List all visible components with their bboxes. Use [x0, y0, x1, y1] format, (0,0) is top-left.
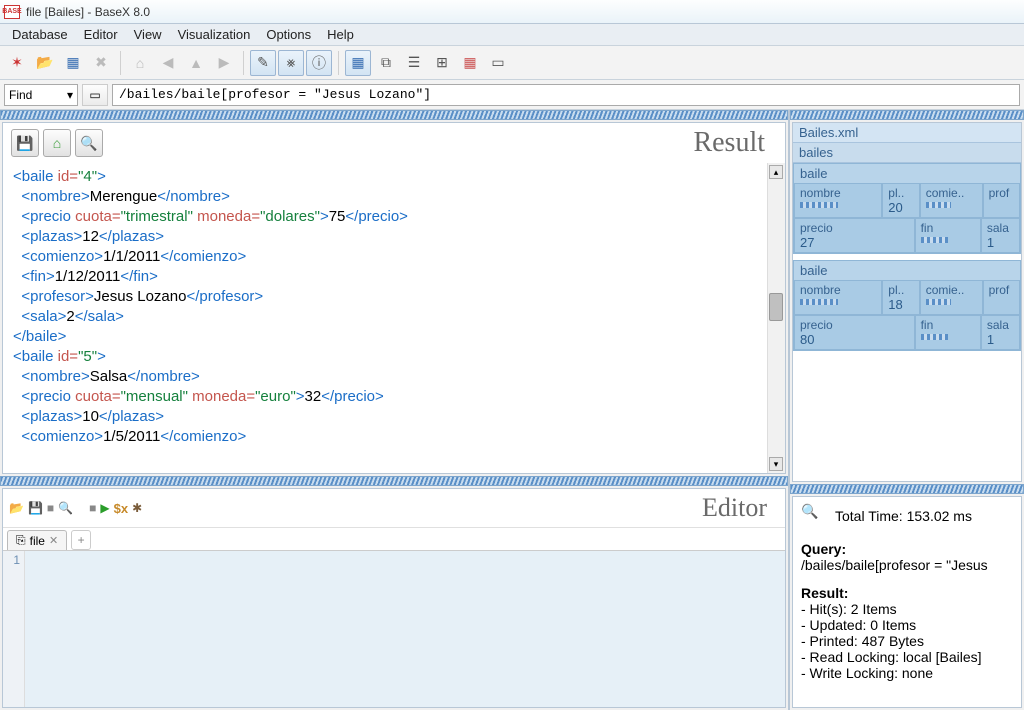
map-view-icon[interactable]: ⊞ [429, 50, 455, 76]
xquery-icon[interactable]: ⨳ [278, 50, 304, 76]
explorer-icon[interactable]: ▭ [485, 50, 511, 76]
save-editor-button[interactable]: 💾 [28, 501, 43, 515]
scroll-down-icon[interactable]: ▾ [769, 457, 783, 471]
var-button[interactable]: $x [114, 501, 128, 516]
editor-tab-label: file [30, 534, 45, 548]
tree-view-icon[interactable]: ⧉ [373, 50, 399, 76]
query-text: /bailes/baile[profesor = "Jesus [801, 557, 1013, 573]
search-result-button[interactable]: 🔍 [75, 129, 103, 157]
result-content[interactable]: <baile id="4"> <nombre>Merengue</nombre>… [3, 163, 785, 473]
query-section-label: Query: [801, 541, 1013, 557]
window-title: file [Bailes] - BaseX 8.0 [26, 5, 150, 19]
info-search-button[interactable]: 🔍 [801, 503, 827, 529]
treemap-baile[interactable]: bailenombrepl..18comie..profprecio80fins… [793, 260, 1021, 351]
grid-icon[interactable]: ▦ [60, 50, 86, 76]
info-icon[interactable]: ⓘ [306, 50, 332, 76]
scroll-thumb[interactable] [769, 293, 783, 321]
menu-database[interactable]: Database [4, 24, 76, 45]
result-section-label: Result: [801, 585, 1013, 601]
result-panel: 💾 ⌂ 🔍 Result <baile id="4"> <nombre>Mere… [2, 122, 786, 474]
titlebar: BASE file [Bailes] - BaseX 8.0 [0, 0, 1024, 24]
info-printed: - Printed: 487 Bytes [801, 633, 1013, 649]
file-icon: ⎘ [16, 533, 26, 548]
close-icon[interactable]: ✖ [88, 50, 114, 76]
editor-panel: 📂 💾 ■ 🔍 ■ ▶ $x ✱ Editor ⎘ file ✕ + [2, 488, 786, 708]
menu-view[interactable]: View [126, 24, 170, 45]
info-writelock: - Write Locking: none [801, 665, 1013, 681]
run-button[interactable]: ▶ [100, 501, 109, 515]
info-panel: 🔍 Total Time: 153.02 ms Query: /bailes/b… [792, 496, 1022, 708]
home-icon[interactable]: ⌂ [127, 50, 153, 76]
up-icon[interactable]: ▲ [183, 50, 209, 76]
new-db-icon[interactable]: ✶ [4, 50, 30, 76]
back-icon[interactable]: ◀ [155, 50, 181, 76]
divider[interactable] [0, 476, 788, 486]
open-icon[interactable]: 📂 [32, 50, 58, 76]
menu-editor[interactable]: Editor [76, 24, 126, 45]
info-readlock: - Read Locking: local [Bailes] [801, 649, 1013, 665]
grid2-icon[interactable]: ▦ [457, 50, 483, 76]
scroll-up-icon[interactable]: ▴ [769, 165, 783, 179]
menu-visualization[interactable]: Visualization [170, 24, 259, 45]
search-editor-button[interactable]: 🔍 [58, 501, 73, 515]
treemap-file[interactable]: Bailes.xml [793, 123, 1021, 143]
find-button[interactable]: ▭ [82, 84, 108, 106]
stop2-button[interactable]: ■ [89, 501, 96, 515]
editor-title: Editor [702, 493, 779, 523]
treemap-root[interactable]: bailes [793, 143, 1021, 163]
close-tab-icon[interactable]: ✕ [49, 534, 58, 547]
divider[interactable] [790, 484, 1024, 494]
result-title: Result [693, 127, 777, 159]
edit-icon[interactable]: ✎ [250, 50, 276, 76]
menu-help[interactable]: Help [319, 24, 362, 45]
divider[interactable] [790, 110, 1024, 120]
treemap-panel[interactable]: Bailes.xml bailes bailenombrepl..20comie… [792, 122, 1022, 482]
save-result-button[interactable]: 💾 [11, 129, 39, 157]
home-result-button[interactable]: ⌂ [43, 129, 71, 157]
divider[interactable] [0, 110, 788, 120]
total-time-label: Total Time: 153.02 ms [835, 508, 972, 524]
info-hits: - Hit(s): 2 Items [801, 601, 1013, 617]
forward-icon[interactable]: ▶ [211, 50, 237, 76]
table-view-icon[interactable]: ▦ [345, 50, 371, 76]
stop-editor-button[interactable]: ■ [47, 501, 54, 515]
find-bar: Find ▾ ▭ [0, 80, 1024, 110]
editor-gutter: 1 [3, 551, 25, 707]
add-tab-button[interactable]: + [71, 530, 91, 550]
info-updated: - Updated: 0 Items [801, 617, 1013, 633]
editor-textarea[interactable] [25, 551, 785, 707]
app-icon: BASE [4, 5, 20, 19]
menu-options[interactable]: Options [258, 24, 319, 45]
find-mode-label: Find [9, 88, 32, 102]
toolbar: ✶ 📂 ▦ ✖ ⌂ ◀ ▲ ▶ ✎ ⨳ ⓘ ▦ ⧉ ☰ ⊞ ▦ ▭ [0, 46, 1024, 80]
list-view-icon[interactable]: ☰ [401, 50, 427, 76]
find-mode-combo[interactable]: Find ▾ [4, 84, 78, 106]
menubar: Database Editor View Visualization Optio… [0, 24, 1024, 46]
query-input[interactable] [112, 84, 1020, 106]
chevron-down-icon: ▾ [67, 88, 73, 102]
scrollbar[interactable]: ▴ ▾ [767, 163, 785, 473]
debug-button[interactable]: ✱ [132, 501, 142, 515]
open-editor-button[interactable]: 📂 [9, 501, 24, 515]
editor-tab-file[interactable]: ⎘ file ✕ [7, 530, 67, 550]
treemap-baile[interactable]: bailenombrepl..20comie..profprecio27fins… [793, 163, 1021, 254]
